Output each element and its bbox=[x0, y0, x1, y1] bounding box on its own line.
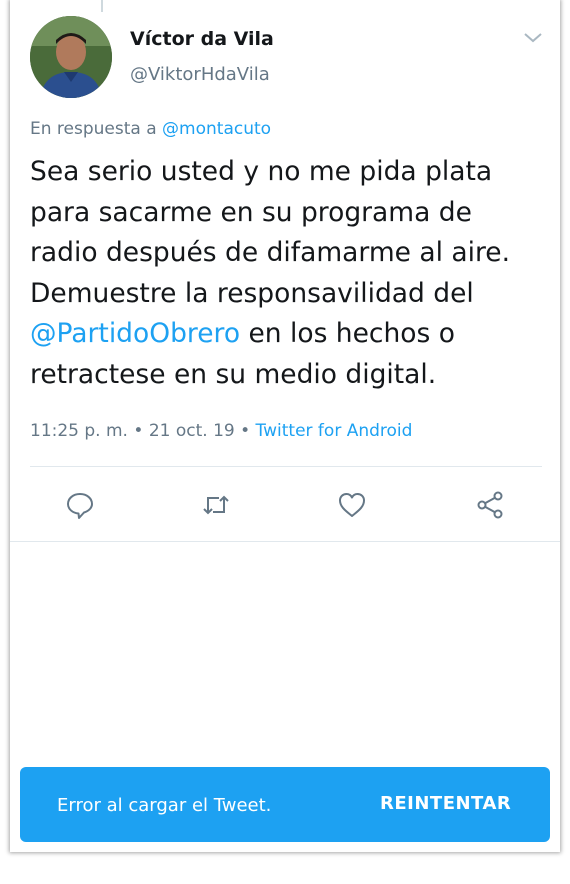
tweet-source-link[interactable]: Twitter for Android bbox=[256, 421, 413, 441]
chevron-down-icon[interactable] bbox=[522, 30, 544, 46]
divider bbox=[30, 466, 542, 467]
error-message: Error al cargar el Tweet. bbox=[57, 795, 272, 816]
meta-separator: • bbox=[127, 421, 149, 441]
thread-line bbox=[101, 0, 103, 12]
reply-context: En respuesta a @montacuto bbox=[30, 119, 271, 139]
tweet-text: Sea serio usted y no me pida plata para … bbox=[30, 152, 545, 395]
heart-icon bbox=[339, 493, 365, 517]
reply-prefix: En respuesta a bbox=[30, 119, 157, 139]
tweet-time: 11:25 p. m. bbox=[30, 421, 128, 441]
tweet-card: Víctor da Vila @ViktorHdaVila En respues… bbox=[10, 0, 560, 852]
tweet-mention-link[interactable]: @PartidoObrero bbox=[30, 318, 240, 349]
retweet-button[interactable] bbox=[200, 489, 232, 521]
tweet-text-part1: Sea serio usted y no me pida plata para … bbox=[30, 156, 511, 309]
share-button[interactable] bbox=[474, 489, 506, 521]
like-button[interactable] bbox=[336, 489, 368, 521]
tweet-date: 21 oct. 19 bbox=[148, 421, 235, 441]
meta-separator: • bbox=[234, 421, 256, 441]
divider bbox=[10, 541, 560, 542]
share-icon bbox=[477, 491, 503, 519]
reply-button[interactable] bbox=[64, 489, 96, 521]
retweet-icon bbox=[203, 495, 229, 515]
tweet-meta: 11:25 p. m. • 21 oct. 19 • Twitter for A… bbox=[30, 421, 412, 441]
reply-mention-link[interactable]: @montacuto bbox=[162, 119, 271, 139]
reply-icon bbox=[67, 493, 93, 519]
error-banner: Error al cargar el Tweet. REINTENTAR bbox=[20, 767, 550, 842]
profile-photo-icon bbox=[30, 16, 112, 98]
author-name[interactable]: Víctor da Vila bbox=[130, 28, 274, 50]
retry-button[interactable]: REINTENTAR bbox=[380, 793, 511, 814]
author-handle[interactable]: @ViktorHdaVila bbox=[130, 64, 270, 85]
avatar[interactable] bbox=[30, 16, 112, 98]
